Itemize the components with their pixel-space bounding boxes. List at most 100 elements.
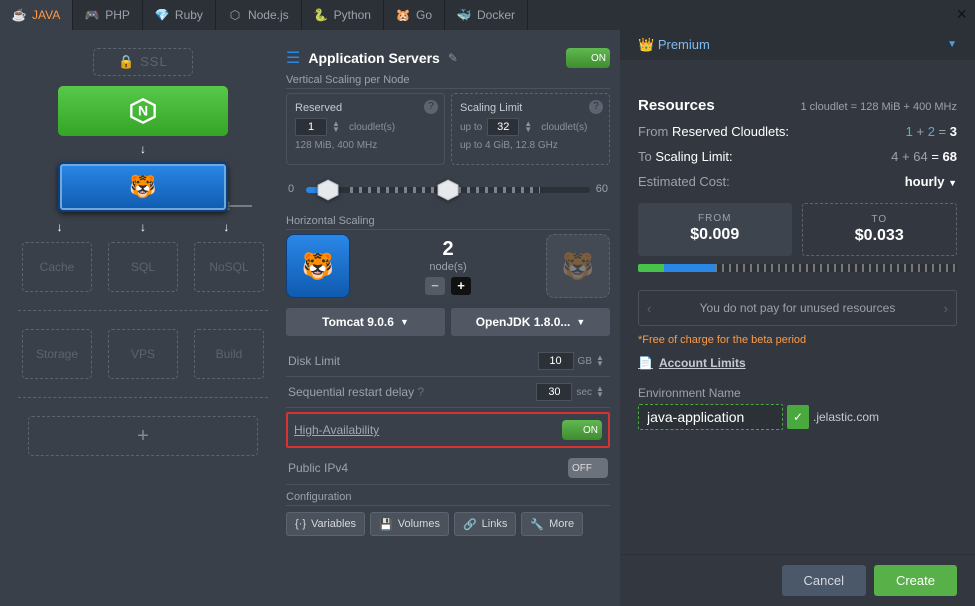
tab-python[interactable]: 🐍Python bbox=[302, 0, 384, 30]
lock-icon: 🔒 bbox=[118, 54, 135, 69]
seq-input[interactable] bbox=[536, 383, 572, 401]
disk-icon: 💾 bbox=[379, 518, 393, 531]
tab-php[interactable]: 🎮PHP bbox=[73, 0, 143, 30]
ipv4-row: Public IPv4 OFF bbox=[286, 452, 610, 485]
balancer-node[interactable]: N bbox=[58, 86, 228, 136]
stepper-icon[interactable]: ▲▼ bbox=[332, 121, 344, 133]
storage-box[interactable]: Storage bbox=[22, 329, 92, 379]
cloudlet-definition: 1 cloudlet = 128 MiB + 400 MHz bbox=[800, 101, 957, 113]
ha-toggle[interactable]: ON bbox=[562, 420, 602, 440]
braces-icon: {·} bbox=[295, 518, 306, 530]
wrench-icon: 🔧 bbox=[530, 518, 544, 531]
ha-row: High-Availability ON bbox=[286, 412, 610, 448]
chevron-left-icon[interactable]: ‹ bbox=[647, 301, 651, 316]
slider-handle-limit[interactable] bbox=[436, 178, 460, 202]
tab-nodejs[interactable]: ⬡Node.js bbox=[216, 0, 302, 30]
disk-limit-row: Disk Limit GB▲▼ bbox=[286, 346, 610, 377]
help-icon[interactable]: ? bbox=[589, 100, 603, 114]
hs-node-active[interactable]: 🐯 bbox=[286, 234, 350, 298]
create-button[interactable]: Create bbox=[874, 565, 957, 596]
menu-icon[interactable]: ☰ bbox=[286, 48, 300, 68]
beta-note: *Free of charge for the beta period bbox=[638, 334, 957, 346]
more-button[interactable]: 🔧More bbox=[521, 512, 583, 536]
vscaling-label: Vertical Scaling per Node bbox=[286, 74, 610, 89]
slider-handle-reserved[interactable] bbox=[316, 178, 340, 202]
chevron-down-icon: ▼ bbox=[400, 317, 409, 327]
tomcat-ghost-icon: 🐯 bbox=[562, 251, 594, 282]
help-icon[interactable]: ? bbox=[424, 100, 438, 114]
arrow-down-icon: ↓ bbox=[18, 142, 268, 156]
stepper-icon[interactable]: ▲▼ bbox=[596, 386, 608, 398]
period-dropdown[interactable]: hourly ▼ bbox=[905, 174, 957, 189]
vps-box[interactable]: VPS bbox=[108, 329, 178, 379]
cache-box[interactable]: Cache bbox=[22, 242, 92, 292]
volumes-button[interactable]: 💾Volumes bbox=[370, 512, 449, 536]
node-minus-button[interactable]: − bbox=[425, 277, 445, 295]
chevron-down-icon: ▼ bbox=[576, 317, 585, 327]
cost-to-box: TO $0.033 bbox=[802, 203, 958, 256]
config-panel: ☰ Application Servers ✎ ON Vertical Scal… bbox=[286, 48, 610, 594]
chevron-down-icon: ▼ bbox=[948, 178, 957, 188]
topology-panel: 🔒 SSL N ↓ 🐯 ↓↓↓ Cache SQL NoSQL Storage … bbox=[18, 48, 268, 594]
go-icon: 🐹 bbox=[396, 8, 410, 22]
crown-icon: 👑 bbox=[638, 37, 654, 52]
doc-icon: 📄 bbox=[638, 356, 653, 370]
jdk-dropdown[interactable]: OpenJDK 1.8.0...▼ bbox=[451, 308, 610, 336]
chevron-right-icon[interactable]: › bbox=[944, 301, 948, 316]
check-icon: ✓ bbox=[787, 405, 809, 429]
language-tabs: ☕JAVA 🎮PHP 💎Ruby ⬡Node.js 🐍Python 🐹Go 🐳D… bbox=[0, 0, 975, 30]
help-icon[interactable]: ? bbox=[417, 385, 424, 399]
panel-title: Application Servers bbox=[308, 50, 440, 66]
sql-box[interactable]: SQL bbox=[108, 242, 178, 292]
stepper-icon[interactable]: ▲▼ bbox=[524, 121, 536, 133]
domain-suffix: .jelastic.com bbox=[813, 410, 879, 424]
edit-icon[interactable]: ✎ bbox=[448, 51, 458, 65]
cloudlet-slider[interactable]: 0 60 bbox=[286, 173, 610, 205]
disk-input[interactable] bbox=[538, 352, 574, 370]
limit-box: ? Scaling Limit up to ▲▼ cloudlet(s) up … bbox=[451, 93, 610, 165]
cost-row: Estimated Cost: hourly ▼ bbox=[638, 174, 957, 189]
tab-docker[interactable]: 🐳Docker bbox=[445, 0, 528, 30]
premium-dropdown[interactable]: 👑 Premium ▼ bbox=[620, 30, 975, 60]
svg-text:N: N bbox=[138, 103, 148, 119]
server-dropdown[interactable]: Tomcat 9.0.6▼ bbox=[286, 308, 445, 336]
account-limits-link[interactable]: 📄Account Limits bbox=[638, 356, 957, 370]
appserver-node[interactable]: 🐯 bbox=[58, 162, 228, 212]
variables-button[interactable]: {·}Variables bbox=[286, 512, 365, 536]
appservers-toggle[interactable]: ON bbox=[566, 48, 610, 68]
summary-panel: 👑 Premium ▼ Resources 1 cloudlet = 128 M… bbox=[620, 30, 975, 606]
arrow-row: ↓↓↓ bbox=[18, 220, 268, 234]
connector-line bbox=[225, 205, 252, 207]
node-count: 2 bbox=[362, 238, 534, 261]
limit-input[interactable] bbox=[487, 118, 519, 136]
reserved-input[interactable] bbox=[295, 118, 327, 136]
hs-node-ghost[interactable]: 🐯 bbox=[546, 234, 610, 298]
tab-ruby[interactable]: 💎Ruby bbox=[143, 0, 216, 30]
ipv4-toggle[interactable]: OFF bbox=[568, 458, 608, 478]
build-box[interactable]: Build bbox=[194, 329, 264, 379]
nosql-box[interactable]: NoSQL bbox=[194, 242, 264, 292]
hscaling-label: Horizontal Scaling bbox=[286, 215, 610, 230]
docker-icon: 🐳 bbox=[457, 8, 471, 22]
tab-go[interactable]: 🐹Go bbox=[384, 0, 445, 30]
info-banner: ‹ You do not pay for unused resources › bbox=[638, 290, 957, 326]
node-plus-button[interactable]: + bbox=[451, 277, 471, 295]
close-icon[interactable]: × bbox=[956, 4, 967, 25]
env-name-input[interactable] bbox=[638, 404, 783, 430]
link-icon: 🔗 bbox=[463, 518, 477, 531]
ssl-box[interactable]: 🔒 SSL bbox=[93, 48, 193, 76]
nginx-icon: N bbox=[129, 97, 157, 125]
resources-title: Resources bbox=[638, 97, 715, 114]
config-label: Configuration bbox=[286, 491, 610, 506]
java-icon: ☕ bbox=[12, 8, 26, 22]
seq-restart-row: Sequential restart delay ? sec▲▼ bbox=[286, 377, 610, 408]
chevron-down-icon: ▼ bbox=[947, 39, 957, 50]
tab-java[interactable]: ☕JAVA bbox=[0, 0, 73, 30]
stepper-icon[interactable]: ▲▼ bbox=[596, 355, 608, 367]
nodejs-icon: ⬡ bbox=[228, 8, 242, 22]
reserved-box: ? Reserved ▲▼ cloudlet(s) 128 MiB, 400 M… bbox=[286, 93, 445, 165]
ha-link[interactable]: High-Availability bbox=[294, 423, 379, 437]
cancel-button[interactable]: Cancel bbox=[782, 565, 866, 596]
add-layer-box[interactable]: + bbox=[28, 416, 258, 456]
links-button[interactable]: 🔗Links bbox=[454, 512, 516, 536]
